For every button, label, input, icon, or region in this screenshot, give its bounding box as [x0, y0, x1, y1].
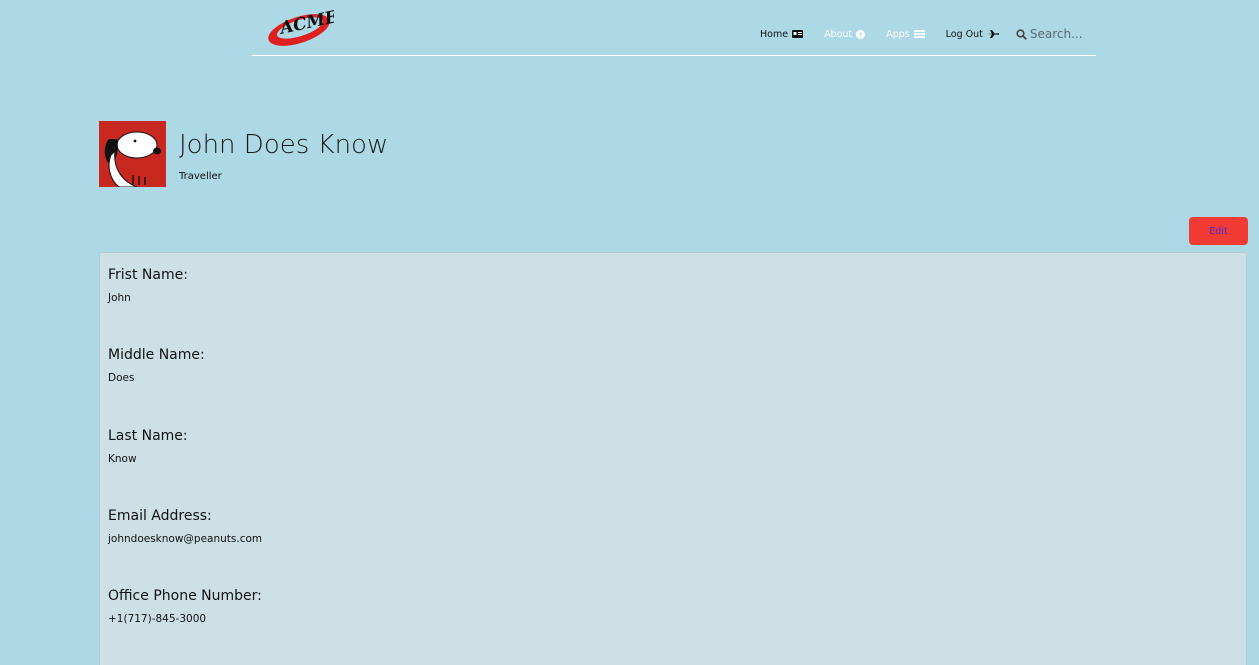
main-nav: Home About ? Apps Log Out	[760, 26, 1100, 42]
field-value: Know	[108, 453, 137, 465]
profile-page: ACME Home About ? Apps Log Out Search...…	[0, 0, 1259, 665]
field-value: Does	[108, 372, 135, 384]
field-middle-name: Middle Name: Does	[108, 347, 205, 384]
acme-logo[interactable]: ACME	[264, 0, 334, 50]
profile-name: John Does Know	[179, 130, 389, 160]
list-icon	[913, 30, 925, 38]
field-label: Email Address:	[108, 508, 212, 524]
profile-role: Traveller	[179, 171, 222, 182]
nav-about[interactable]: About ?	[824, 28, 866, 40]
nav-home[interactable]: Home	[760, 28, 804, 40]
field-value: johndoesknow@peanuts.com	[108, 533, 263, 545]
nav-apps-label: Apps	[886, 28, 910, 40]
field-label: Last Name:	[108, 428, 188, 444]
search-box	[1016, 27, 1100, 41]
field-label: Middle Name:	[108, 347, 205, 363]
field-email: Email Address: johndoesknow@peanuts.com	[108, 508, 262, 545]
avatar	[99, 121, 166, 187]
field-value: John	[108, 292, 131, 304]
question-circle-icon: ?	[856, 29, 866, 39]
nav-logout-label: Log Out	[945, 28, 983, 40]
header: ACME Home About ? Apps Log Out Search...	[252, 0, 1100, 56]
search-icon[interactable]	[1016, 28, 1027, 40]
field-label: Office Phone Number:	[108, 588, 262, 604]
plane-icon	[986, 30, 999, 38]
id-card-icon	[792, 30, 804, 38]
nav-logout[interactable]: Log Out	[946, 29, 999, 40]
profile-details-panel: Frist Name: John Middle Name: Does Last …	[99, 252, 1247, 665]
edit-button[interactable]: Edit	[1189, 217, 1248, 245]
field-last-name: Last Name: Know	[108, 428, 188, 465]
search-input[interactable]	[1026, 27, 1100, 41]
svg-text:?: ?	[859, 31, 863, 39]
nav-apps[interactable]: Apps	[886, 29, 925, 40]
snoopy-avatar	[99, 121, 166, 187]
field-office-phone: Office Phone Number: +1(717)-845-3000	[108, 588, 262, 625]
field-value: +1(717)-845-3000	[108, 613, 207, 625]
field-first-name: Frist Name: John	[108, 267, 188, 304]
nav-home-label: Home	[760, 28, 789, 40]
nav-about-label: About	[824, 28, 853, 40]
field-label: Frist Name:	[108, 267, 188, 283]
